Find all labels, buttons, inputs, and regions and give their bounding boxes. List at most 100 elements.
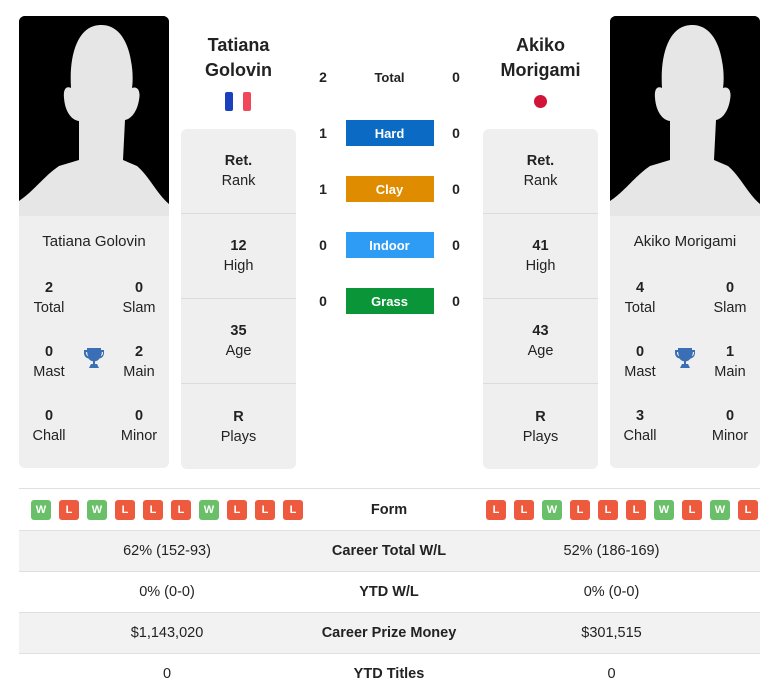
player2-slam: 0 Slam — [713, 280, 747, 316]
player1-main: 2 Main — [123, 344, 155, 380]
player1-prize-money: $1,143,020 — [130, 625, 204, 641]
table-row: 62% (152-93) Career Total W/L 52% (186-1… — [19, 530, 760, 571]
player1-first-name: Tatiana — [207, 35, 270, 55]
h2h-label-total: Total — [374, 69, 405, 85]
player2-chall: 3 Chall — [623, 408, 657, 444]
h2h-row-clay: 1 Clay 0 — [313, 176, 466, 202]
player2-mast: 0 Mast — [624, 344, 656, 380]
form-loss-badge[interactable]: L — [682, 499, 702, 520]
form-loss-badge[interactable]: L — [283, 499, 303, 520]
form-win-badge[interactable]: W — [87, 499, 107, 520]
form-win-badge[interactable]: W — [710, 499, 730, 520]
h2h-p2-total: 0 — [452, 69, 460, 85]
player2-card-name: Akiko Morigami — [633, 233, 737, 250]
form-label: Form — [370, 501, 408, 518]
form-win-badge[interactable]: W — [654, 499, 674, 520]
form-loss-badge[interactable]: L — [255, 499, 275, 520]
career-wl-label: Career Total W/L — [331, 543, 447, 559]
player1-plays: R Plays — [220, 408, 257, 445]
trophy-icon — [673, 346, 697, 375]
form-win-badge[interactable]: W — [31, 499, 51, 520]
h2h-surfaces: 2 Total 0 1 Hard 0 1 Clay 0 0 Indoor 0 0… — [313, 64, 466, 314]
h2h-row-total: 2 Total 0 — [313, 64, 466, 90]
player1-slam: 0 Slam — [122, 280, 156, 316]
player2-plays: R Plays — [522, 408, 559, 445]
player2-prize-money: $301,515 — [581, 625, 642, 641]
player1-card-name: Tatiana Golovin — [42, 233, 146, 250]
player1-total: 2 Total — [33, 280, 65, 316]
player2-photo — [610, 16, 760, 216]
player1-minor: 0 Minor — [120, 408, 158, 444]
form-win-badge[interactable]: W — [199, 499, 219, 520]
h2h-p2-hard: 0 — [452, 125, 460, 141]
france-flag-icon — [225, 92, 253, 111]
player1-photo — [19, 16, 169, 216]
surface-clay-badge[interactable]: Clay — [345, 176, 434, 202]
form-loss-badge[interactable]: L — [143, 499, 163, 520]
table-row: 0% (0-0) YTD W/L 0% (0-0) — [19, 571, 760, 612]
table-row: $1,143,020 Career Prize Money $301,515 — [19, 612, 760, 653]
h2h-p2-clay: 0 — [452, 181, 460, 197]
form-loss-badge[interactable]: L — [738, 499, 758, 520]
form-loss-badge[interactable]: L — [171, 499, 191, 520]
player1-card: Tatiana Golovin 2 Total 0 Slam 0 Mast 2 Main… — [19, 216, 169, 468]
player2-name[interactable]: Akiko Morigami — [483, 33, 598, 83]
player1-last-name: Golovin — [205, 60, 272, 80]
form-loss-badge[interactable]: L — [115, 499, 135, 520]
player2-total: 4 Total — [624, 280, 656, 316]
h2h-p1-hard: 1 — [319, 125, 327, 141]
player1-ytd-titles: 0 — [162, 666, 172, 682]
player2-minor: 0 Minor — [711, 408, 749, 444]
player2-rank: Ret. Rank — [483, 129, 598, 214]
form-loss-badge[interactable]: L — [570, 499, 590, 520]
player1-name[interactable]: Tatiana Golovin — [181, 33, 296, 83]
japan-flag-icon — [534, 95, 547, 108]
form-row: WLWLLLWLLL Form LLWLLLWLWL — [19, 488, 760, 530]
player1-rank: Ret. Rank — [181, 129, 296, 214]
player2-age: 43 Age — [483, 299, 598, 384]
prize-money-label: Career Prize Money — [321, 625, 457, 641]
h2h-row-indoor: 0 Indoor 0 — [313, 232, 466, 258]
player1-info-card: Ret. Rank 12 High 35 Age R Plays — [181, 129, 296, 469]
player2-info-card: Ret. Rank 41 High 43 Age R Plays — [483, 129, 598, 469]
form-loss-badge[interactable]: L — [59, 499, 79, 520]
trophy-icon — [82, 346, 106, 375]
player1-career-wl: 62% (152-93) — [123, 543, 211, 559]
player2-card: Akiko Morigami 4 Total 0 Slam 0 Mast 1 Main … — [610, 216, 760, 468]
form-loss-badge[interactable]: L — [486, 499, 506, 520]
player1-form: WLWLLLWLLL — [19, 499, 315, 520]
player2-ytd-titles: 0 — [607, 666, 616, 682]
player2-first-name: Akiko — [515, 35, 566, 55]
surface-grass-badge[interactable]: Grass — [345, 288, 434, 314]
player2-last-name: Morigami — [500, 60, 581, 80]
player2-career-wl: 52% (186-169) — [563, 543, 660, 559]
form-loss-badge[interactable]: L — [598, 499, 618, 520]
ytd-titles-label: YTD Titles — [353, 666, 425, 682]
h2h-p1-grass: 0 — [319, 293, 327, 309]
silhouette-icon — [19, 16, 169, 216]
h2h-p1-indoor: 0 — [319, 237, 327, 253]
form-win-badge[interactable]: W — [542, 499, 562, 520]
player2-high: 41 High — [483, 214, 598, 299]
h2h-p1-clay: 1 — [319, 181, 327, 197]
surface-hard-badge[interactable]: Hard — [345, 120, 434, 146]
form-loss-badge[interactable]: L — [227, 499, 247, 520]
player2-ytd-wl: 0% (0-0) — [583, 584, 640, 600]
h2h-row-grass: 0 Grass 0 — [313, 288, 466, 314]
player1-ytd-wl: 0% (0-0) — [139, 584, 195, 600]
h2h-p2-indoor: 0 — [452, 237, 460, 253]
surface-indoor-badge[interactable]: Indoor — [345, 232, 434, 258]
player2-main: 1 Main — [714, 344, 746, 380]
ytd-wl-label: YTD W/L — [359, 584, 419, 600]
player1-age: 35 Age — [181, 299, 296, 384]
silhouette-icon — [610, 16, 760, 216]
table-row: 0 YTD Titles 0 — [19, 653, 760, 694]
h2h-p2-grass: 0 — [452, 293, 460, 309]
form-loss-badge[interactable]: L — [626, 499, 646, 520]
h2h-p1-total: 2 — [319, 69, 327, 85]
player1-chall: 0 Chall — [32, 408, 66, 444]
player1-high: 12 High — [181, 214, 296, 299]
h2h-row-hard: 1 Hard 0 — [313, 120, 466, 146]
form-loss-badge[interactable]: L — [514, 499, 534, 520]
player1-mast: 0 Mast — [33, 344, 65, 380]
